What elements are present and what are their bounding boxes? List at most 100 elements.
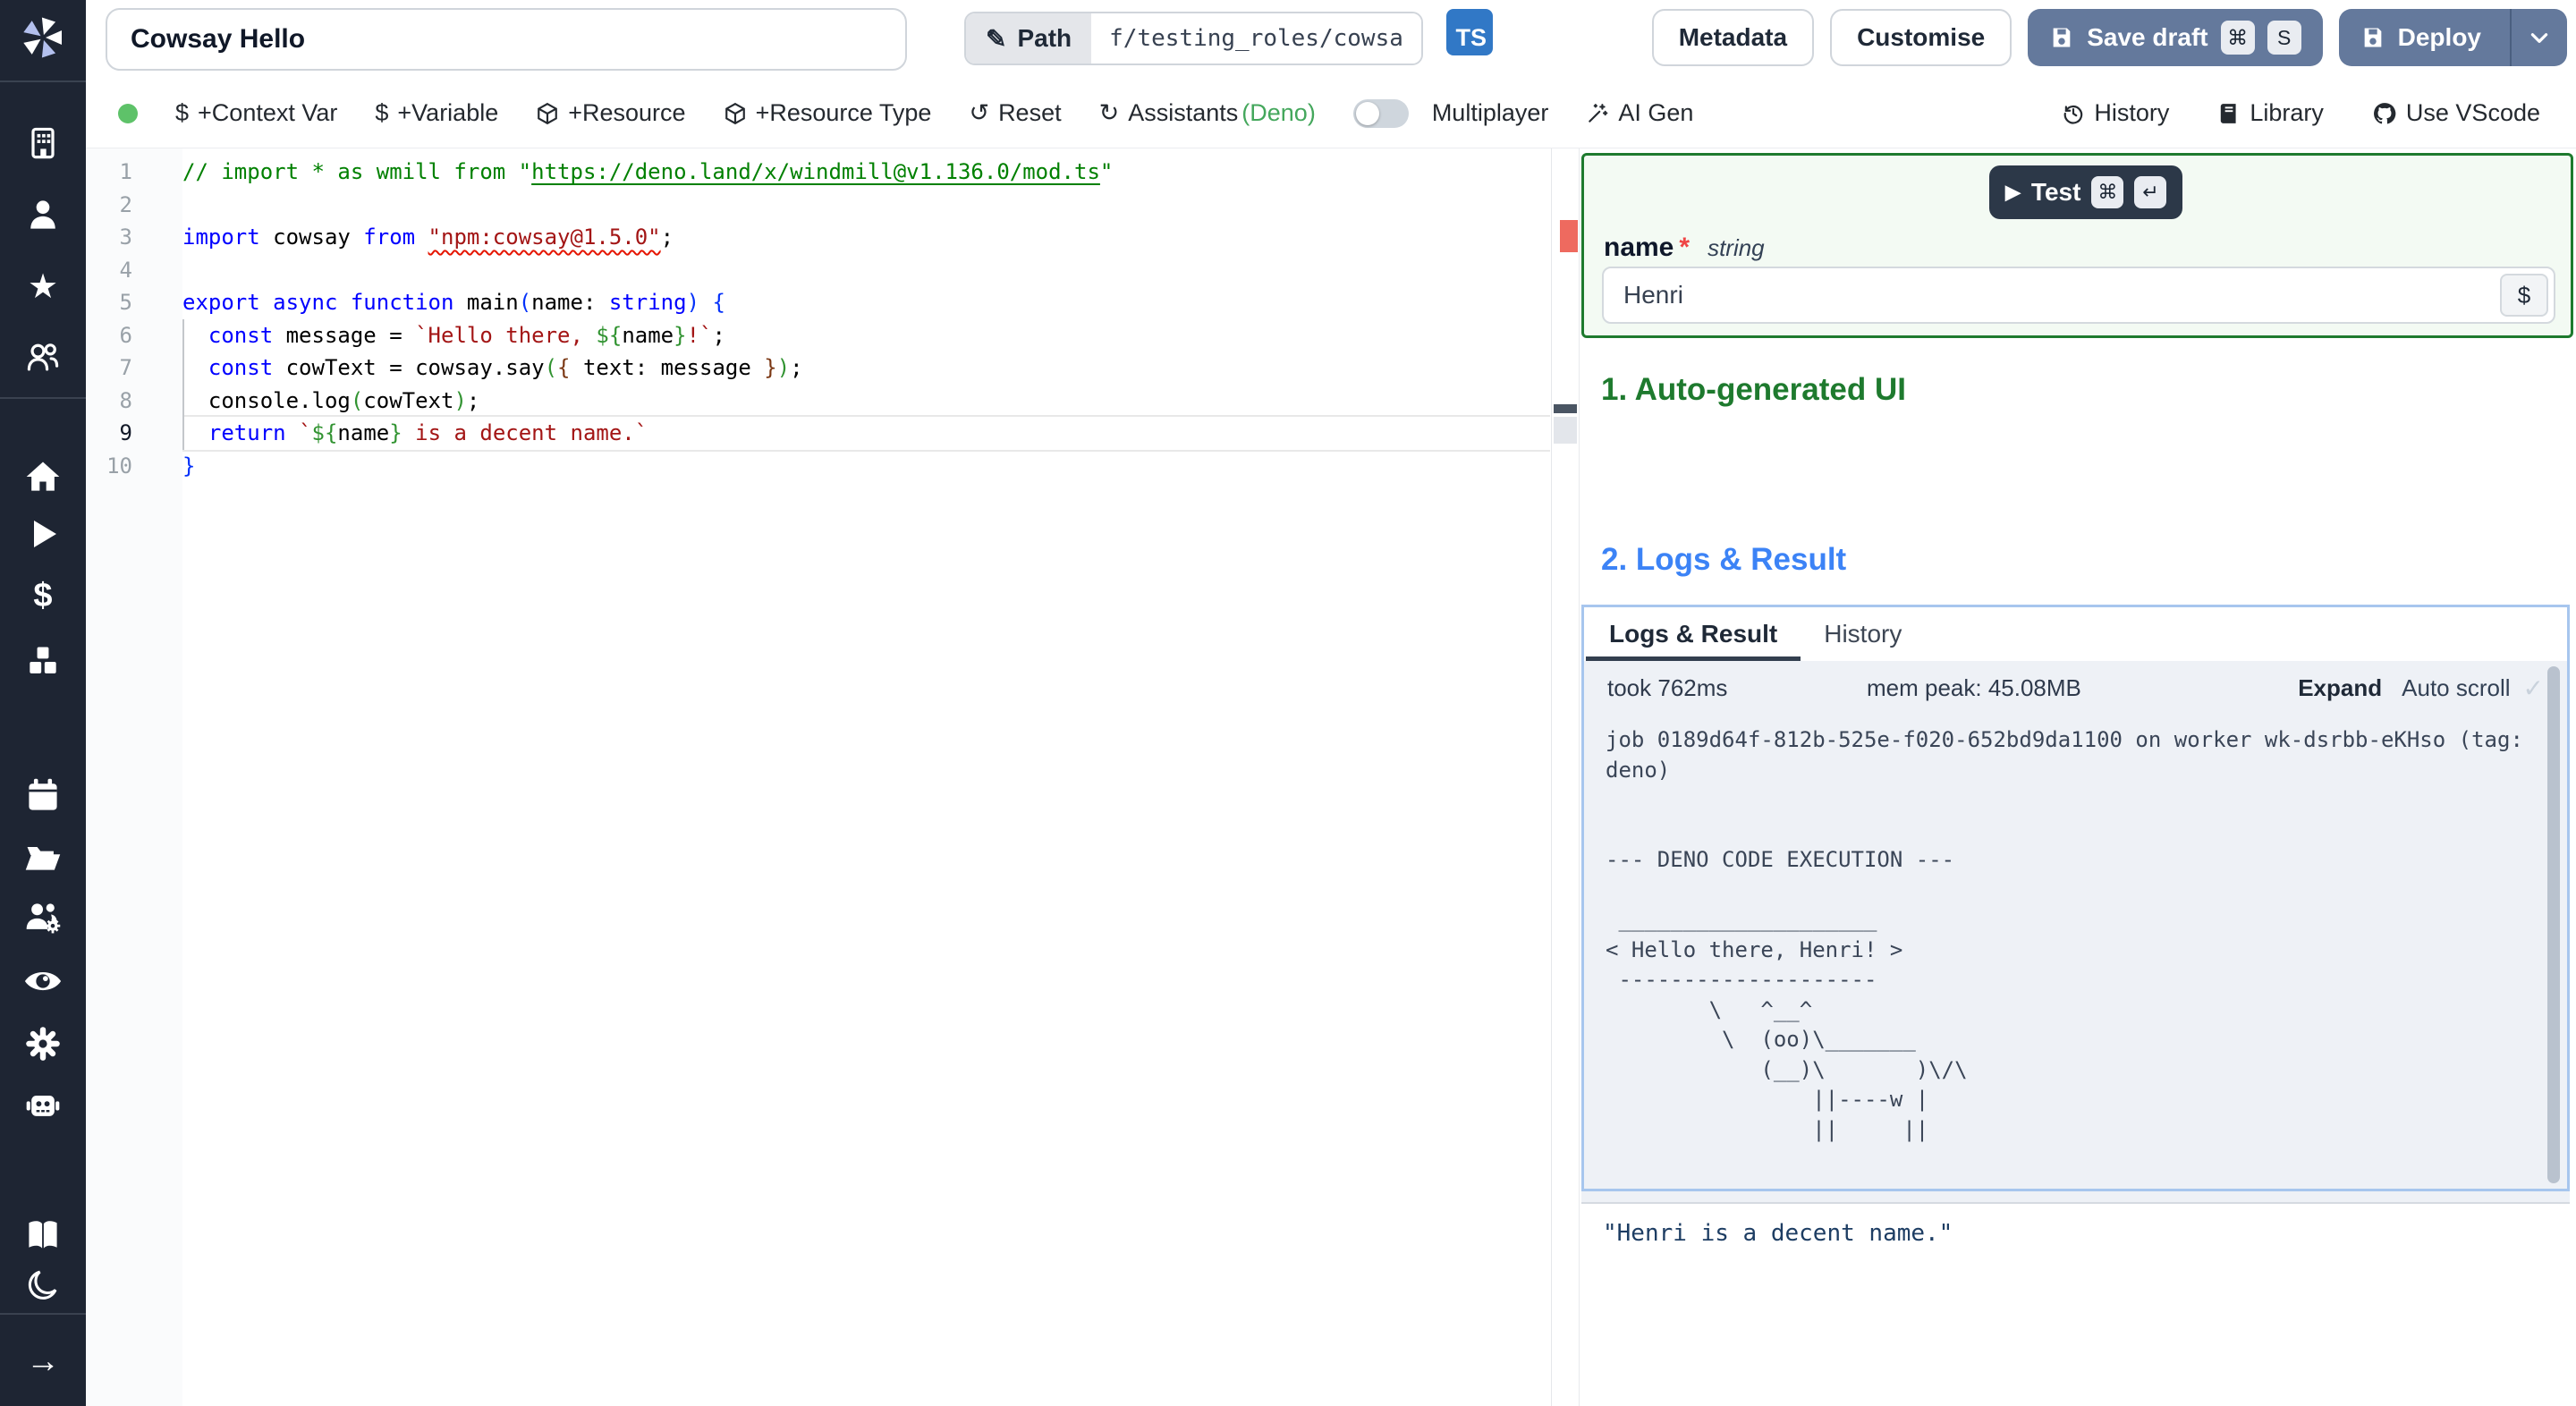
line-number[interactable]: 10 <box>86 450 182 483</box>
docs-book-icon[interactable] <box>0 1212 86 1258</box>
settings-gear-icon[interactable] <box>0 1021 86 1067</box>
resources-cubes-icon[interactable] <box>0 639 86 685</box>
multiplayer-label: Multiplayer <box>1431 99 1549 126</box>
history-clock-icon <box>2062 102 2085 125</box>
assistants-button[interactable]: ↻ Assistants (Deno) <box>1099 99 1316 127</box>
library-button[interactable]: Library <box>2217 99 2324 127</box>
assistants-label: Assistants <box>1128 99 1239 126</box>
code-lines[interactable]: // import * as wmill from "https://deno.… <box>182 148 1550 482</box>
tab-history[interactable]: History <box>1801 607 1925 661</box>
result-value: "Henri is a decent name." <box>1603 1220 1953 1247</box>
check-icon: ✓ <box>2522 673 2544 702</box>
users-icon[interactable] <box>0 335 86 381</box>
favorites-star-icon[interactable]: ★ <box>0 264 86 310</box>
code-line[interactable]: // import * as wmill from "https://deno.… <box>182 156 1550 189</box>
test-button[interactable]: ▶ Test ⌘ ↵ <box>1989 165 2183 219</box>
expand-button[interactable]: Expand <box>2298 674 2382 702</box>
user-icon[interactable] <box>0 191 86 238</box>
code-line[interactable] <box>182 189 1550 222</box>
line-number[interactable]: 3 <box>86 221 182 254</box>
path-control[interactable]: ✎ Path f/testing_roles/cowsa <box>964 12 1423 65</box>
customise-button[interactable]: Customise <box>1830 9 2012 66</box>
dollar-icon: $ <box>375 99 389 126</box>
tab-logs-result[interactable]: Logs & Result <box>1586 607 1801 661</box>
indent-guide <box>182 319 184 450</box>
runs-play-icon[interactable] <box>0 511 86 557</box>
line-number[interactable]: 1 <box>86 156 182 189</box>
dollar-icon: $ <box>175 99 190 126</box>
package-icon <box>724 102 747 125</box>
save-draft-label: Save draft <box>2087 23 2208 51</box>
code-line[interactable] <box>182 254 1550 287</box>
code-line[interactable]: return `${name} is a decent name.` <box>182 417 1550 450</box>
save-draft-button[interactable]: Save draft ⌘ S <box>2028 9 2323 66</box>
section-logs-result: 2. Logs & Result <box>1601 542 1847 577</box>
deploy-button[interactable]: Deploy <box>2338 9 2567 66</box>
path-button[interactable]: ✎ Path <box>966 13 1092 64</box>
logs-panel: Logs & Result History took 762ms mem pea… <box>1581 605 2570 1191</box>
audit-logs-eye-icon[interactable] <box>0 958 86 1004</box>
deploy-dropdown-button[interactable] <box>2510 9 2567 66</box>
code-editor[interactable]: 1 2 3 4 5 6 7 8 9 10 // import * as wmill from "h… <box>86 148 1579 1406</box>
code-line[interactable]: } <box>182 450 1550 483</box>
ai-gen-button[interactable]: AI Gen <box>1586 99 1693 127</box>
add-resource-button[interactable]: +Resource <box>536 99 686 127</box>
argument-name: name <box>1604 233 1674 262</box>
workspace-icon[interactable] <box>0 120 86 166</box>
variable-picker-button[interactable]: $ <box>2500 274 2548 317</box>
mem-peak-label: mem peak: 45.08MB <box>1867 673 2081 701</box>
panel-splitter[interactable] <box>1581 1191 2570 1204</box>
add-context-var-label: +Context Var <box>198 99 338 126</box>
typescript-badge: TS <box>1446 9 1493 55</box>
autoscroll-toggle[interactable]: Auto scroll <box>2402 674 2510 702</box>
code-line[interactable]: const message = `Hello there, ${name}!`; <box>182 319 1550 352</box>
add-resource-type-button[interactable]: +Resource Type <box>724 99 931 127</box>
sidebar-divider <box>0 397 86 399</box>
collapse-arrow-icon[interactable]: → <box>0 1338 86 1385</box>
line-number[interactable]: 4 <box>86 254 182 287</box>
line-number[interactable]: 5 <box>86 286 182 319</box>
deploy-label: Deploy <box>2397 23 2481 51</box>
editor-toolbar: $ +Context Var $ +Variable +Resource +Re… <box>86 79 2576 148</box>
line-number[interactable]: 2 <box>86 189 182 222</box>
code-line[interactable]: const cowText = cowsay.say({ text: messa… <box>182 352 1550 385</box>
line-number[interactable]: 6 <box>86 319 182 352</box>
sidebar-divider <box>0 80 86 82</box>
add-variable-button[interactable]: $ +Variable <box>375 99 498 127</box>
argument-input[interactable] <box>1602 267 2555 324</box>
add-variable-label: +Variable <box>397 99 499 126</box>
multiplayer-toggle[interactable] <box>1352 98 1409 128</box>
script-args-panel: ▶ Test ⌘ ↵ name * string $ <box>1581 153 2573 338</box>
history-button[interactable]: History <box>2062 99 2169 127</box>
error-marker <box>1560 220 1578 252</box>
line-number[interactable]: 9 <box>86 417 182 450</box>
sidebar-divider <box>0 1313 86 1315</box>
overview-slider[interactable] <box>1554 417 1577 444</box>
logs-scrollbar[interactable] <box>2547 666 2560 1183</box>
run-panel: ▶ Test ⌘ ↵ name * string $ 1. Auto-gener… <box>1579 148 2576 1406</box>
workers-robot-icon[interactable] <box>0 1082 86 1129</box>
windmill-logo[interactable] <box>0 14 86 61</box>
home-icon[interactable] <box>0 453 86 500</box>
groups-gear-icon[interactable] <box>0 894 86 941</box>
dark-mode-moon-icon[interactable] <box>0 1262 86 1309</box>
script-title-input[interactable] <box>106 8 907 71</box>
magic-wand-icon <box>1586 102 1609 125</box>
assistants-lang-label: (Deno) <box>1241 99 1316 126</box>
schedules-calendar-icon[interactable] <box>0 773 86 819</box>
reset-button[interactable]: ↺ Reset <box>969 99 1061 127</box>
pencil-icon: ✎ <box>986 24 1007 53</box>
code-line[interactable]: import cowsay from "npm:cowsay@1.5.0"; <box>182 221 1550 254</box>
metadata-button[interactable]: Metadata <box>1651 9 1815 66</box>
github-icon <box>2372 101 2397 126</box>
add-context-var-button[interactable]: $ +Context Var <box>175 99 337 127</box>
use-vscode-button[interactable]: Use VScode <box>2372 99 2540 127</box>
line-number[interactable]: 7 <box>86 352 182 385</box>
path-value[interactable]: f/testing_roles/cowsa <box>1091 13 1421 64</box>
code-line[interactable]: export async function main(name: string)… <box>182 286 1550 319</box>
folders-icon[interactable] <box>0 834 86 880</box>
line-number[interactable]: 8 <box>86 385 182 418</box>
code-line[interactable]: console.log(cowText); <box>182 385 1550 418</box>
variables-dollar-icon[interactable]: $ <box>0 572 86 619</box>
chevron-down-icon <box>2530 33 2548 43</box>
